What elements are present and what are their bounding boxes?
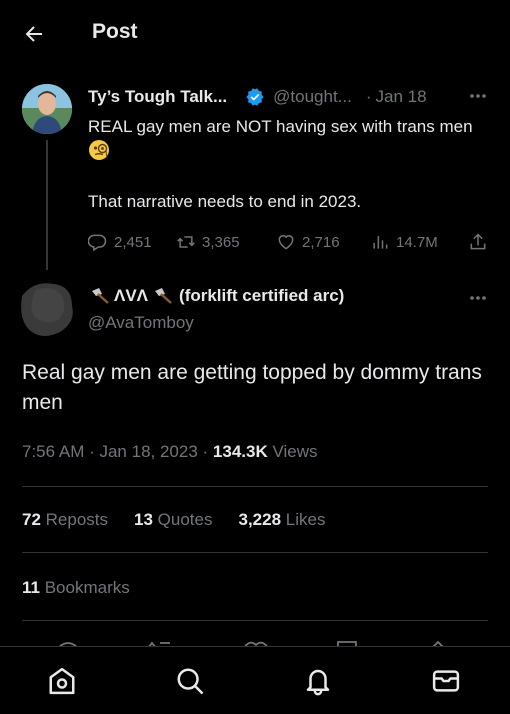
- tweet-actions: 2,451 3,365 2,716 14.7M: [88, 230, 490, 254]
- avatar[interactable]: [14, 276, 78, 340]
- reposts-label: Reposts: [40, 510, 109, 529]
- axe-icon: [88, 287, 110, 305]
- author-name[interactable]: ΛVΛ (forklift certified arc): [88, 286, 344, 306]
- reply-button[interactable]: 2,451: [88, 232, 152, 252]
- face-with-monocle-icon: [88, 139, 110, 161]
- author-handle[interactable]: @tought...: [273, 87, 352, 107]
- author-handle[interactable]: @AvaTomboy: [88, 313, 194, 333]
- author-name-suffix: (forklift certified arc): [179, 286, 345, 305]
- repost-icon: [177, 236, 195, 248]
- bookmarks-label: Bookmarks: [39, 578, 130, 597]
- separator: ·: [365, 87, 372, 106]
- engagement-stats: 72 Reposts 13 Quotes 3,228 Likes: [22, 510, 351, 530]
- views-count: 134.3K: [212, 442, 268, 461]
- share-icon: [470, 233, 486, 250]
- tweet-date[interactable]: Jan 18: [376, 87, 427, 107]
- views-label: Views: [267, 442, 318, 461]
- reply-icon: [88, 234, 107, 252]
- like-count: 2,716: [302, 233, 340, 251]
- like-button[interactable]: 2,716: [276, 232, 340, 252]
- reply-count: 2,451: [114, 233, 152, 251]
- divider: [22, 620, 488, 621]
- page-title: Post: [92, 20, 138, 43]
- tweet-time[interactable]: 7:56 AM · Jan 18, 2023 ·: [22, 442, 213, 461]
- likes-count: 3,228: [238, 510, 282, 529]
- view-count: 14.7M: [396, 233, 438, 251]
- home-icon[interactable]: [46, 665, 78, 697]
- top-bar: Post: [0, 0, 510, 66]
- notifications-icon[interactable]: [302, 665, 334, 697]
- reposts-stat[interactable]: 72 Reposts: [22, 510, 108, 530]
- axe-icon: [151, 287, 173, 305]
- views-button[interactable]: 14.7M: [370, 232, 438, 252]
- share-button[interactable]: [468, 232, 494, 252]
- reposts-count: 72: [22, 510, 41, 529]
- divider: [22, 552, 488, 553]
- tweet-text: Real gay men are getting topped by dommy…: [22, 361, 482, 414]
- bookmarks-stat[interactable]: 11 Bookmarks: [22, 578, 130, 598]
- tweet-text-line2: That narrative needs to end in 2023.: [88, 192, 362, 211]
- likes-stat[interactable]: 3,228 Likes: [238, 510, 325, 530]
- verified-badge-icon: [245, 87, 265, 107]
- views-chart-icon: [373, 236, 388, 249]
- action-bar-partial: [0, 636, 510, 646]
- quotes-count: 13: [134, 510, 153, 529]
- avatar[interactable]: [22, 84, 72, 134]
- more-options-icon[interactable]: [468, 290, 488, 306]
- tweet-text-line1: REAL gay men are NOT having sex with tra…: [88, 117, 473, 136]
- tweet-timestamp: 7:56 AM · Jan 18, 2023 · 134.3K Views: [22, 442, 318, 462]
- back-arrow-icon[interactable]: [20, 20, 48, 48]
- tweet-header: Ty’s Tough Talk... @tought... · Jan 18: [88, 86, 488, 108]
- messages-icon[interactable]: [430, 665, 462, 697]
- repost-button[interactable]: 3,365: [176, 232, 240, 252]
- author-name-prefix: ΛVΛ: [114, 286, 149, 305]
- search-icon[interactable]: [174, 665, 206, 697]
- thread-connector-line: [46, 140, 48, 270]
- quotes-stat[interactable]: 13 Quotes: [134, 510, 212, 530]
- likes-label: Likes: [281, 510, 326, 529]
- tweet-text: REAL gay men are NOT having sex with tra…: [88, 114, 488, 214]
- more-options-icon[interactable]: [468, 88, 488, 104]
- bookmarks-count: 11: [22, 578, 40, 597]
- divider: [22, 486, 488, 487]
- repost-count: 3,365: [202, 233, 240, 251]
- bottom-navigation: [0, 646, 510, 714]
- author-name[interactable]: Ty’s Tough Talk...: [88, 87, 227, 107]
- heart-icon: [278, 235, 294, 250]
- quotes-label: Quotes: [152, 510, 213, 529]
